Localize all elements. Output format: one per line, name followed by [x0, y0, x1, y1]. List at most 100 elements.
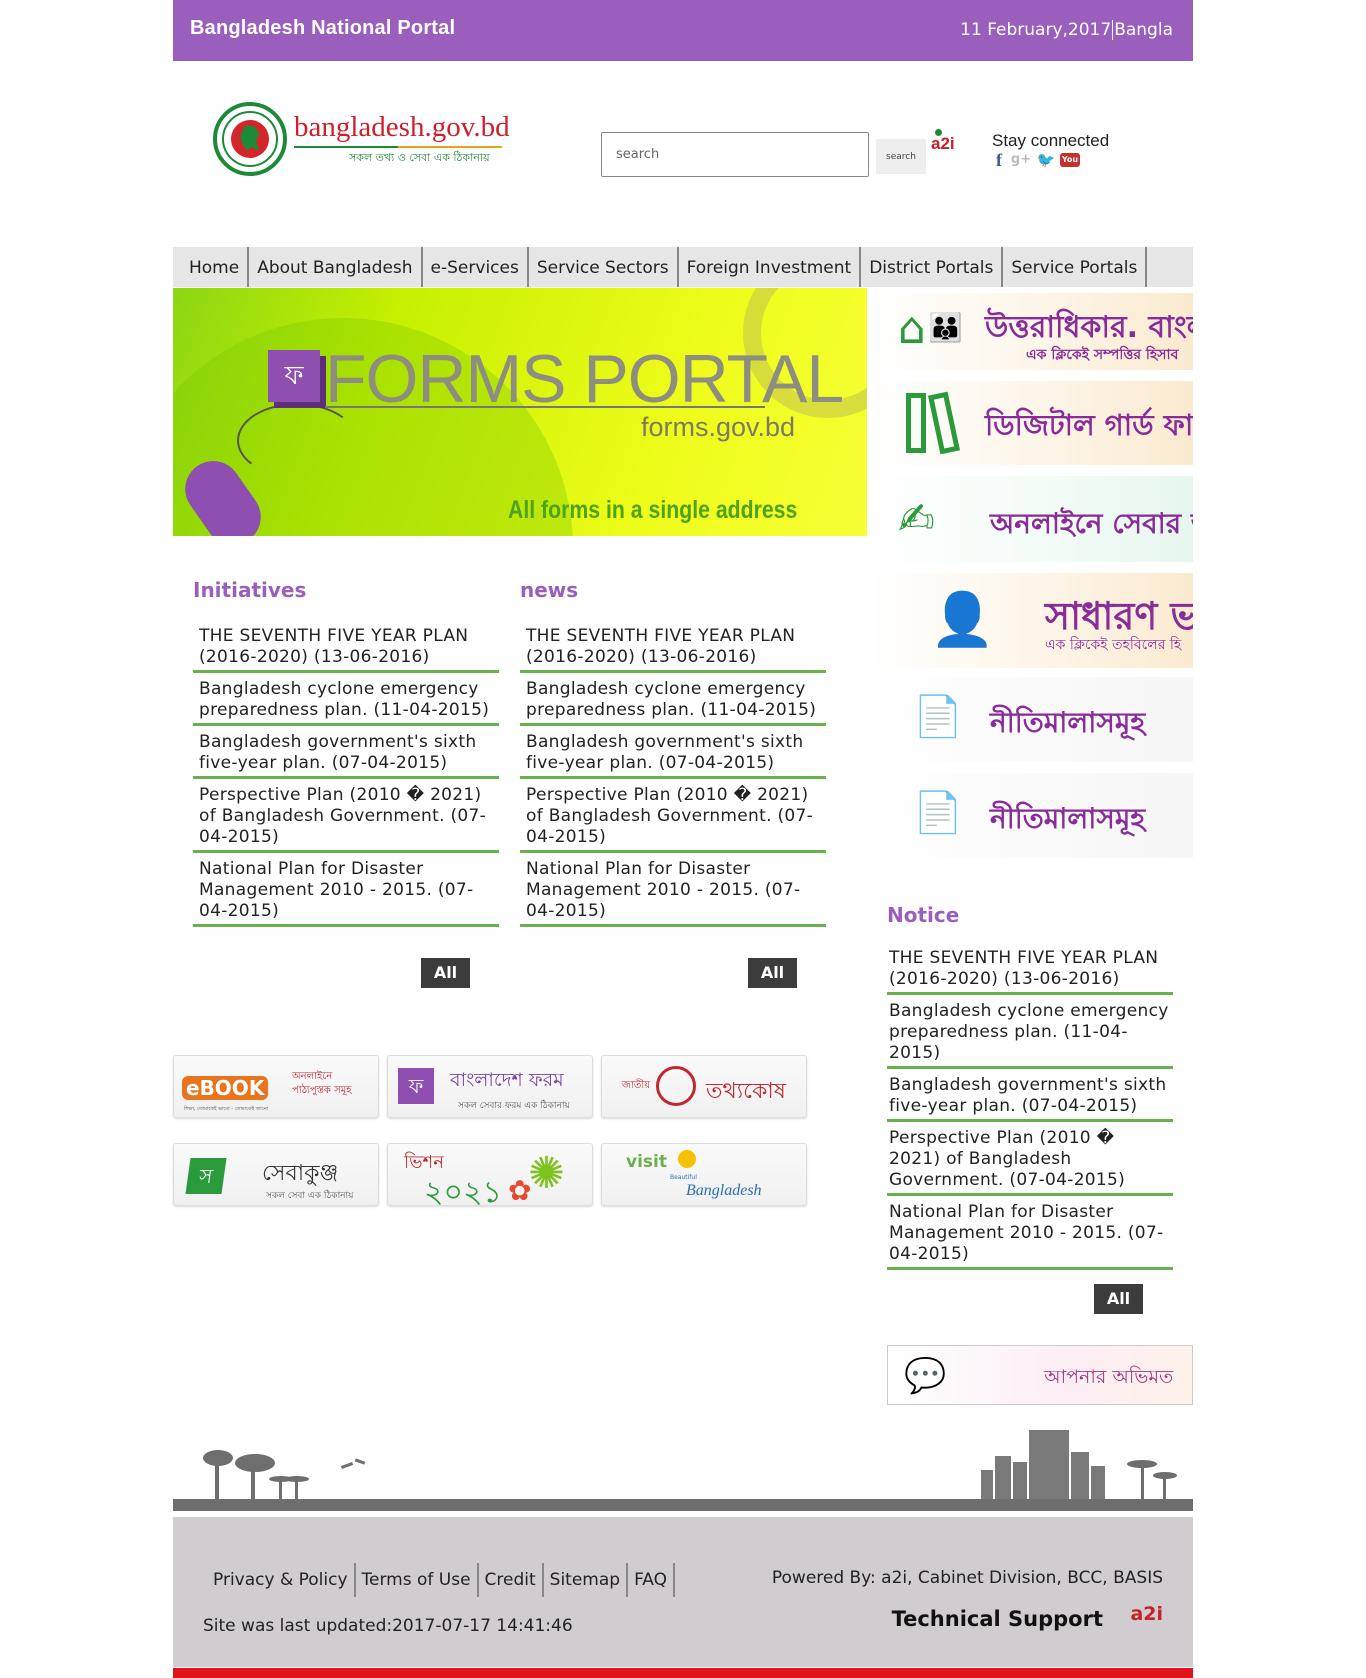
tile-vision-2021[interactable]: ভিশন ২০২১ ✺ ✿ [387, 1143, 593, 1206]
top-bar: Bangladesh National Portal 11 February,2… [173, 0, 1193, 61]
list-item[interactable]: THE SEVENTH FIVE YEAR PLAN (2016-2020) (… [887, 942, 1173, 995]
a2i-footer-logo[interactable]: a2i [1130, 1603, 1163, 1625]
right-banner-subtitle: এক ক্লিকেই সম্পত্তির হিসাব [1026, 347, 1179, 363]
bird-icon [340, 1462, 354, 1469]
footer-link-credit[interactable]: Credit [479, 1563, 544, 1597]
tile-badge: visit [626, 1152, 667, 1172]
tile-sebakunjo[interactable]: স সেবাকুঞ্জ সকল সেবা এক ঠিকানায় [173, 1143, 379, 1206]
nav-item-about-bangladesh[interactable]: About Bangladesh [249, 247, 423, 287]
tile-ebook[interactable]: eBOOK অনলাইনে পাঠ্যপুস্তক সমূহ শিক্ষা, ত… [173, 1055, 379, 1118]
tile-text: বাংলাদেশ ফরম [450, 1069, 564, 1091]
social-links: f g+ 🐦 You [992, 151, 1080, 169]
news-list: THE SEVENTH FIVE YEAR PLAN (2016-2020) (… [520, 620, 826, 927]
list-item[interactable]: Bangladesh government's sixth five-year … [887, 1069, 1173, 1122]
tile-bangladesh-form[interactable]: ফ বাংলাদেশ ফরম সকল সেবার ফরম এক ঠিকানায় [387, 1055, 593, 1118]
footer-link-faq[interactable]: FAQ [628, 1563, 676, 1597]
search-button[interactable]: search [876, 139, 926, 174]
right-banner-policies-1[interactable]: 📄 নীতিমালাসমূহ [868, 677, 1193, 762]
list-item[interactable]: National Plan for Disaster Management 20… [193, 853, 499, 927]
tree-icon [203, 1450, 233, 1466]
nav-item-service-sectors[interactable]: Service Sectors [529, 247, 679, 287]
tile-text: তথ্যকোষ [706, 1079, 786, 1104]
date-language: 11 February,2017 Bangla [960, 20, 1173, 40]
palm-trunk [1163, 1476, 1166, 1500]
a2i-logo[interactable]: a2i [931, 129, 955, 154]
palm-icon [285, 1476, 309, 1482]
notice-all-button[interactable]: All [1094, 1284, 1143, 1314]
palm-trunk [279, 1480, 282, 1500]
footer-link-terms-of-use[interactable]: Terms of Use [356, 1563, 479, 1597]
list-item[interactable]: Perspective Plan (2010 � 2021) of Bangla… [887, 1122, 1173, 1196]
site-name: Bangladesh National Portal [190, 17, 456, 39]
list-item[interactable]: Bangladesh cyclone emergency preparednes… [520, 673, 826, 726]
list-item[interactable]: Perspective Plan (2010 � 2021) of Bangla… [193, 779, 499, 853]
tile-tothyokosh[interactable]: জাতীয় তথ্যকোষ [601, 1055, 807, 1118]
government-seal-logo[interactable] [213, 102, 287, 176]
banner-tagline: All forms in a single address [508, 496, 798, 524]
footer-link-privacy-policy[interactable]: Privacy & Policy [207, 1563, 356, 1597]
building-icon [1091, 1466, 1105, 1500]
building-icon [995, 1456, 1011, 1500]
initiatives-all-button[interactable]: All [421, 958, 470, 988]
footer-link-sitemap[interactable]: Sitemap [544, 1563, 629, 1597]
language-toggle[interactable]: Bangla [1114, 20, 1173, 40]
list-item[interactable]: THE SEVENTH FIVE YEAR PLAN (2016-2020) (… [193, 620, 499, 673]
house-family-icon: ⌂ [898, 303, 926, 354]
nav-item-home[interactable]: Home [181, 247, 250, 287]
palm-trunk [295, 1480, 298, 1500]
right-banner-policies-2[interactable]: 📄 নীতিমালাসমূহ [868, 773, 1193, 858]
search-input[interactable] [601, 132, 869, 177]
ebook-badge: eBOOK [182, 1076, 269, 1100]
facebook-icon[interactable]: f [992, 151, 1006, 169]
list-item[interactable]: Bangladesh cyclone emergency preparednes… [887, 995, 1173, 1069]
list-item[interactable]: Bangladesh government's sixth five-year … [520, 726, 826, 779]
forms-portal-banner[interactable]: ফ FORMS PORTAL forms.gov.bd All forms in… [173, 288, 867, 536]
tile-sub: সকল সেবা এক ঠিকানায় [266, 1191, 354, 1201]
list-item[interactable]: Bangladesh cyclone emergency preparednes… [193, 673, 499, 726]
list-item[interactable]: National Plan for Disaster Management 20… [887, 1196, 1173, 1270]
initiatives-title: Initiatives [193, 578, 307, 602]
news-title: news [520, 578, 579, 602]
page: Bangladesh National Portal 11 February,2… [173, 0, 1193, 1678]
right-banner-uttoradhikar[interactable]: ⌂ 👪 উত্তরাধিকার. বাংলা এক ক্লিকেই সম্পত্… [868, 293, 1193, 370]
right-banner-online-service[interactable]: ✍ অনলাইনে সেবার আ [868, 476, 1193, 562]
site-logo-text[interactable]: bangladesh.gov.bd [294, 111, 510, 144]
nav-item-service-portals[interactable]: Service Portals [1003, 247, 1148, 287]
sun-icon [678, 1150, 696, 1168]
right-banner-title: নীতিমালাসমূহ [990, 802, 1146, 835]
flower-icon: ✿ [508, 1174, 532, 1206]
family-icon: 👪 [928, 311, 963, 344]
tile-text: অনলাইনে পাঠ্যপুস্তক সমূহ [292, 1071, 352, 1096]
building-icon [1013, 1462, 1027, 1500]
nav-item-foreign-investment[interactable]: Foreign Investment [679, 247, 862, 287]
last-updated: Site was last updated:2017-07-17 14:41:4… [203, 1616, 573, 1636]
list-item[interactable]: National Plan for Disaster Management 20… [520, 853, 826, 927]
parliament-building-icon [1029, 1430, 1069, 1500]
notice-list: THE SEVENTH FIVE YEAR PLAN (2016-2020) (… [887, 942, 1173, 1270]
google-plus-icon[interactable]: g+ [1010, 152, 1032, 168]
right-banner-digital-guard-file[interactable]: ডিজিটাল গার্ড ফাইল [868, 381, 1193, 465]
youtube-icon[interactable]: You [1060, 153, 1080, 167]
tile-text: Bangladesh [686, 1182, 762, 1199]
firework-icon: ✺ [528, 1148, 565, 1199]
list-item[interactable]: THE SEVENTH FIVE YEAR PLAN (2016-2020) (… [520, 620, 826, 673]
palm-icon [1127, 1460, 1157, 1468]
footer-ground [173, 1499, 1193, 1511]
technical-support-label: Technical Support [891, 1607, 1103, 1631]
nav-item-district-portals[interactable]: District Portals [861, 247, 1004, 287]
tree-icon [235, 1454, 275, 1472]
binder-icon [906, 393, 926, 453]
banner-url: forms.gov.bd [641, 412, 796, 442]
main-nav: Home About Bangladesh e-Services Service… [173, 247, 1193, 287]
list-item[interactable]: Bangladesh government's sixth five-year … [193, 726, 499, 779]
right-banner-subtitle: এক ক্লিকেই তহবিলের হি [1045, 637, 1182, 653]
form-logo-icon: ফ [398, 1068, 434, 1104]
list-item[interactable]: Perspective Plan (2010 � 2021) of Bangla… [520, 779, 826, 853]
twitter-icon[interactable]: 🐦 [1036, 152, 1056, 168]
news-all-button[interactable]: All [748, 958, 797, 988]
right-banner-general-fund[interactable]: 👤 সাধারণ ভ এক ক্লিকেই তহবিলের হি [868, 573, 1193, 668]
building-icon [981, 1470, 993, 1500]
feedback-banner[interactable]: 💬 আপনার অভিমত [887, 1345, 1193, 1405]
tile-visit-bangladesh[interactable]: visit Beautiful Bangladesh [601, 1143, 807, 1206]
nav-item-e-services[interactable]: e-Services [423, 247, 529, 287]
